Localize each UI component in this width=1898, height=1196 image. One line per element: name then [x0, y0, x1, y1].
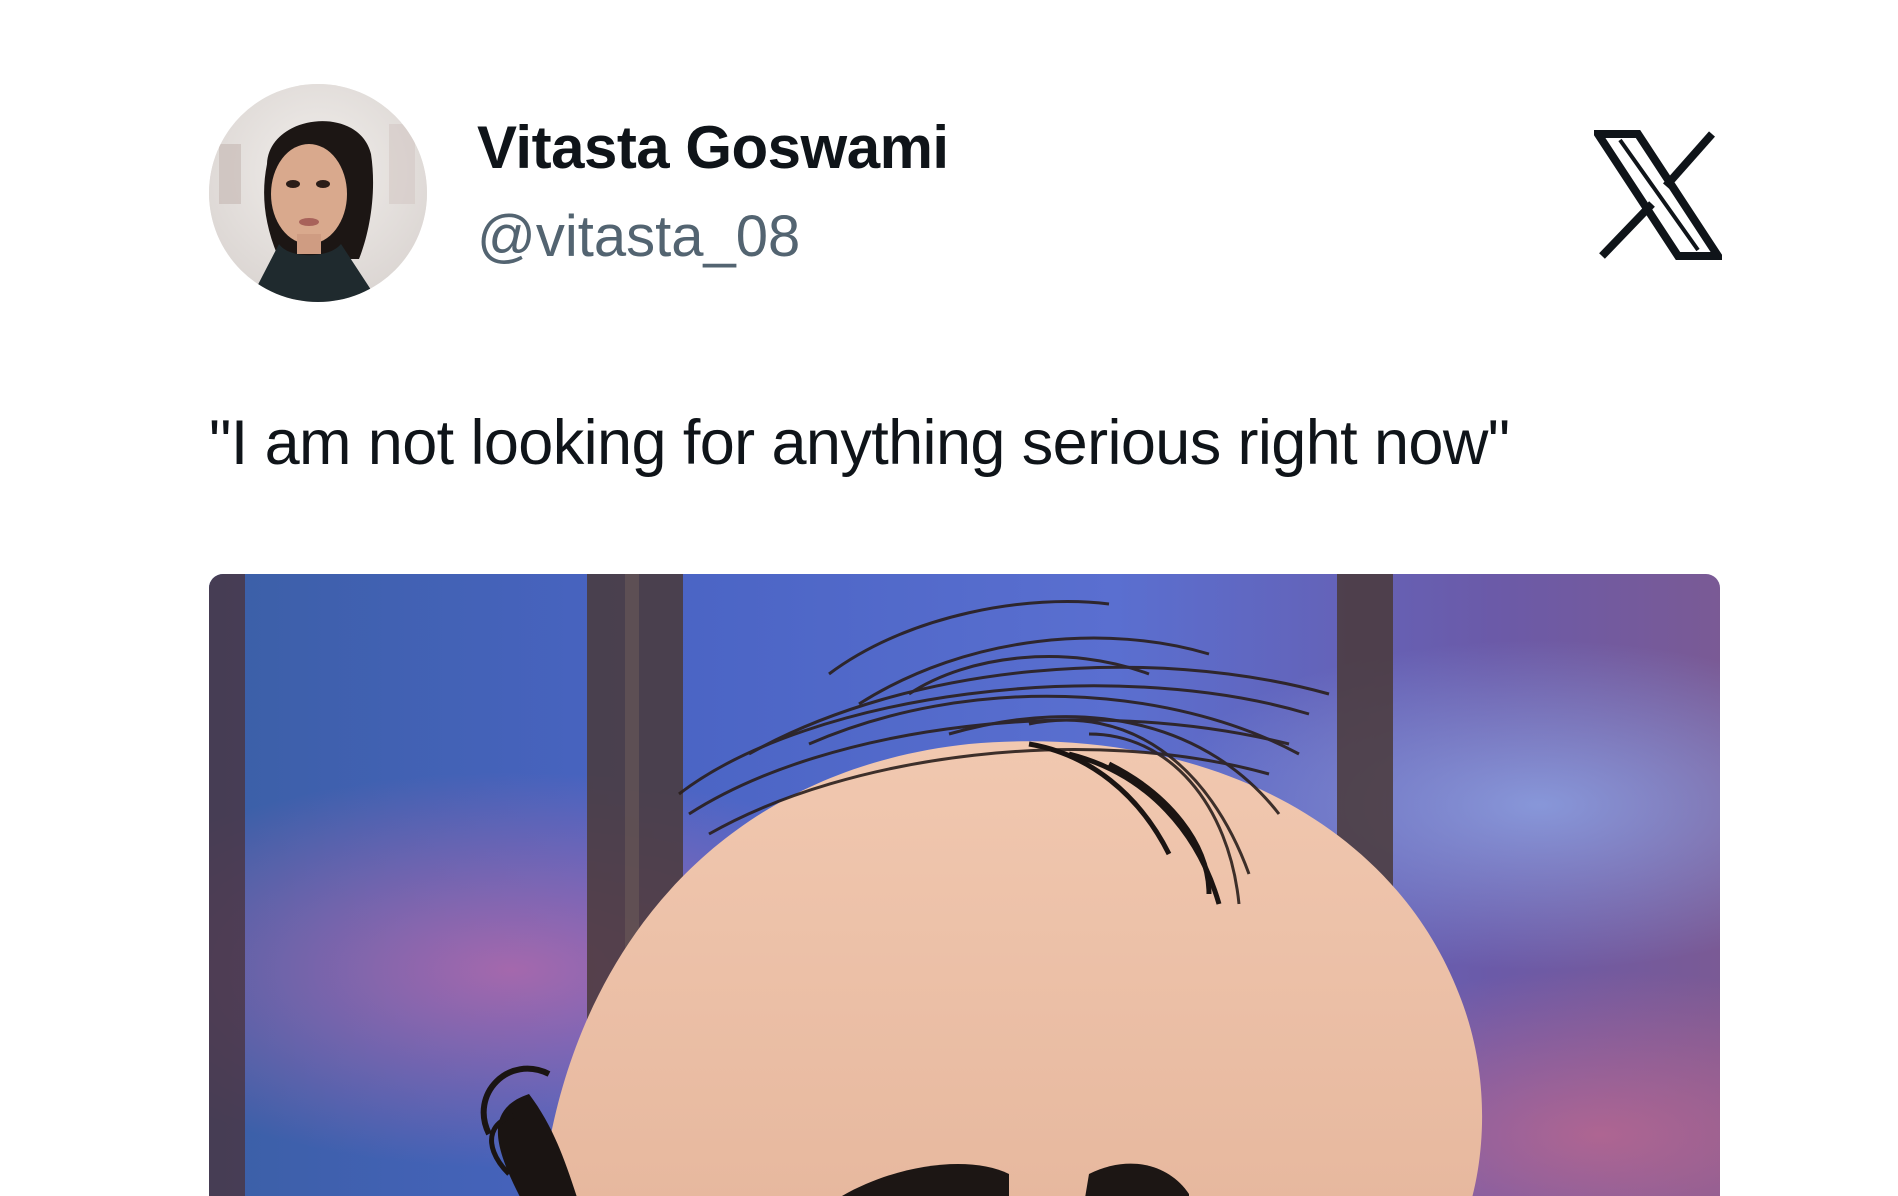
- tweet-media-image[interactable]: [209, 574, 1720, 1196]
- author-handle[interactable]: @vitasta_08: [477, 208, 800, 266]
- cartoon-balding-head-image: [209, 574, 1720, 1196]
- tweet-text: "I am not looking for anything serious r…: [209, 408, 1510, 478]
- x-logo-icon[interactable]: [1594, 130, 1722, 260]
- avatar-image: [209, 84, 427, 302]
- author-avatar[interactable]: [209, 84, 427, 302]
- author-display-name[interactable]: Vitasta Goswami: [477, 118, 949, 178]
- tweet-card: Vitasta Goswami @vitasta_08 "I am not lo…: [0, 0, 1898, 1196]
